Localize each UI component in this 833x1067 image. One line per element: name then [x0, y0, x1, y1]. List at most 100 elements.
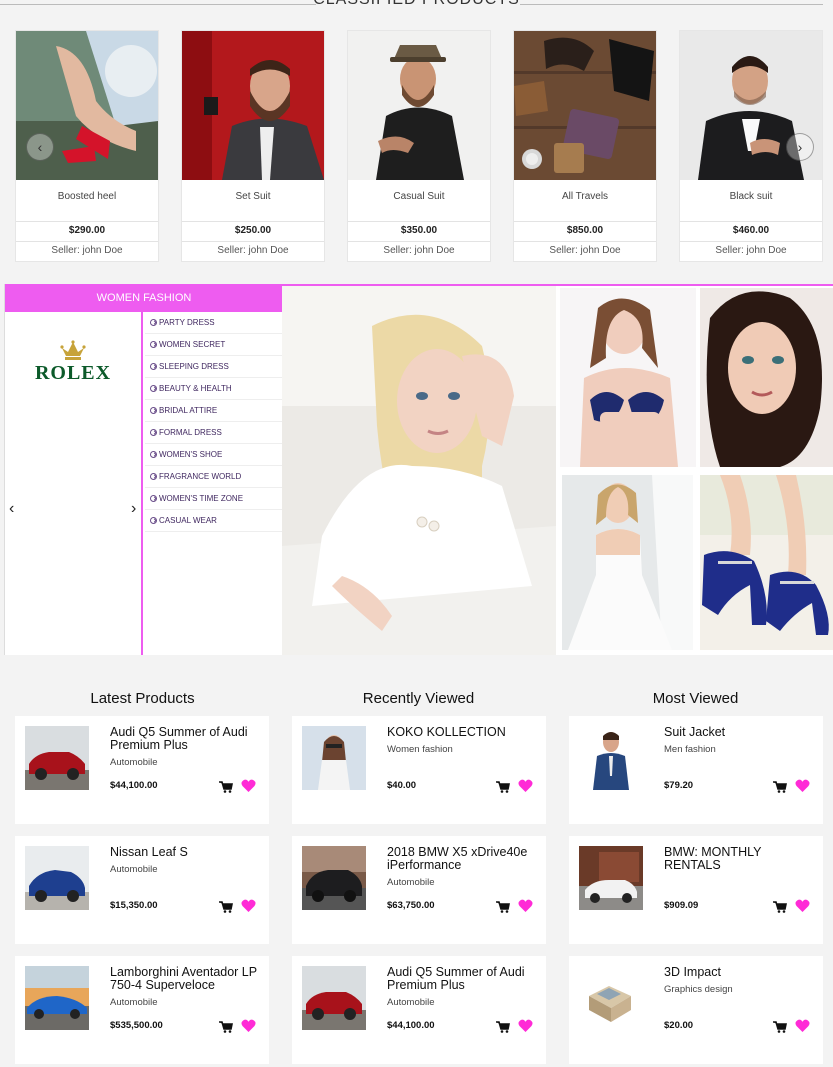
category-title[interactable]: WOMEN FASHION — [5, 284, 283, 312]
brand-next-icon[interactable]: › — [131, 500, 136, 518]
list-item[interactable]: Audi Q5 Summer of Audi Premium Plus Auto… — [292, 956, 546, 1064]
product-image[interactable] — [182, 31, 324, 180]
banner-image-beauty[interactable] — [700, 288, 833, 467]
carousel-next-button[interactable]: › — [786, 133, 814, 161]
product-title[interactable]: Lamborghini Aventador LP 750-4 Supervelo… — [110, 966, 260, 992]
cart-icon[interactable] — [773, 781, 787, 793]
menu-item-casual-wear[interactable]: CASUAL WEAR — [145, 510, 283, 532]
product-card[interactable]: ‹ Boosted heel $290.00 Seller: john Doe — [15, 30, 159, 262]
product-title[interactable]: Suit Jacket — [664, 726, 814, 739]
product-title[interactable]: BMW: MONTHLY RENTALS — [664, 846, 814, 872]
product-price: $44,100.00 — [387, 1020, 435, 1031]
cart-icon[interactable] — [773, 901, 787, 913]
divider — [182, 221, 324, 222]
list-item[interactable]: Suit Jacket Men fashion $79.20 — [569, 716, 823, 824]
cart-icon[interactable] — [219, 901, 233, 913]
list-item[interactable]: KOKO KOLLECTION Women fashion $40.00 — [292, 716, 546, 824]
product-price: $290.00 — [68, 225, 106, 236]
product-thumbnail[interactable] — [579, 966, 643, 1030]
divider — [16, 221, 158, 222]
heart-icon[interactable] — [518, 779, 533, 793]
product-thumbnail[interactable] — [302, 846, 366, 910]
banner-image-bridal[interactable] — [562, 475, 693, 650]
category-menu: PARTY DRESS WOMEN SECRET SLEEPING DRESS … — [145, 312, 283, 532]
brand-logo[interactable]: ROLEX — [23, 340, 123, 400]
divider — [348, 241, 490, 242]
product-name[interactable]: Black suit — [680, 191, 822, 202]
product-category: Graphics design — [664, 984, 733, 995]
menu-item-sleeping-dress[interactable]: SLEEPING DRESS — [145, 356, 283, 378]
heart-icon[interactable] — [518, 1019, 533, 1033]
product-card[interactable]: Set Suit $250.00 Seller: john Doe — [181, 30, 325, 262]
list-item[interactable]: 2018 BMW X5 xDrive40e iPerformance Autom… — [292, 836, 546, 944]
banner-image-shoes[interactable] — [700, 475, 833, 650]
product-card[interactable]: › Black suit $460.00 Seller: john Doe — [679, 30, 823, 262]
divider — [514, 221, 656, 222]
circle-chevron-icon — [150, 341, 157, 348]
list-item[interactable]: Audi Q5 Summer of Audi Premium Plus Auto… — [15, 716, 269, 824]
menu-item-womens-shoe[interactable]: WOMEN'S SHOE — [145, 444, 283, 466]
heart-icon[interactable] — [241, 899, 256, 913]
product-price: $15,350.00 — [110, 900, 158, 911]
circle-chevron-icon — [150, 407, 157, 414]
product-price: $909.09 — [664, 900, 699, 911]
cart-icon[interactable] — [496, 781, 510, 793]
menu-item-formal-dress[interactable]: FORMAL DRESS — [145, 422, 283, 444]
product-price: $63,750.00 — [387, 900, 435, 911]
list-item[interactable]: Lamborghini Aventador LP 750-4 Supervelo… — [15, 956, 269, 1064]
product-name[interactable]: Boosted heel — [16, 191, 158, 202]
product-title[interactable]: KOKO KOLLECTION — [387, 726, 537, 739]
menu-item-fragrance-world[interactable]: FRAGRANCE WORLD — [145, 466, 283, 488]
product-thumbnail[interactable] — [579, 846, 643, 910]
brand-slider: ROLEX ‹ › — [5, 312, 143, 655]
menu-item-women-secret[interactable]: WOMEN SECRET — [145, 334, 283, 356]
product-card[interactable]: All Travels $850.00 Seller: john Doe — [513, 30, 657, 262]
heart-icon[interactable] — [241, 1019, 256, 1033]
product-title[interactable]: Nissan Leaf S — [110, 846, 260, 859]
product-price: $250.00 — [234, 225, 272, 236]
menu-item-party-dress[interactable]: PARTY DRESS — [145, 312, 283, 334]
cart-icon[interactable] — [773, 1021, 787, 1033]
product-category: Men fashion — [664, 744, 716, 755]
product-image[interactable] — [514, 31, 656, 180]
cart-icon[interactable] — [219, 1021, 233, 1033]
product-thumbnail[interactable] — [579, 726, 643, 790]
product-title[interactable]: Audi Q5 Summer of Audi Premium Plus — [110, 726, 260, 752]
list-item[interactable]: Nissan Leaf S Automobile $15,350.00 — [15, 836, 269, 944]
product-thumbnail[interactable] — [25, 846, 89, 910]
product-card[interactable]: Casual Suit $350.00 Seller: john Doe — [347, 30, 491, 262]
product-thumbnail[interactable] — [302, 726, 366, 790]
heart-icon[interactable] — [795, 779, 810, 793]
heart-icon[interactable] — [241, 779, 256, 793]
heart-icon[interactable] — [795, 1019, 810, 1033]
product-name[interactable]: All Travels — [514, 191, 656, 202]
product-thumbnail[interactable] — [302, 966, 366, 1030]
menu-item-womens-time-zone[interactable]: WOMEN'S TIME ZONE — [145, 488, 283, 510]
product-thumbnail[interactable] — [25, 966, 89, 1030]
list-item[interactable]: BMW: MONTHLY RENTALS $909.09 — [569, 836, 823, 944]
menu-item-bridal-attire[interactable]: BRIDAL ATTIRE — [145, 400, 283, 422]
menu-item-beauty-health[interactable]: BEAUTY & HEALTH — [145, 378, 283, 400]
classified-header: CLASSIFIED PRODUCTS — [0, 0, 833, 13]
cart-icon[interactable] — [496, 1021, 510, 1033]
divider — [348, 221, 490, 222]
brand-prev-icon[interactable]: ‹ — [9, 500, 14, 518]
carousel-prev-button[interactable]: ‹ — [26, 133, 54, 161]
product-image[interactable] — [348, 31, 490, 180]
product-seller: Seller: john Doe — [549, 245, 621, 256]
list-item[interactable]: 3D Impact Graphics design $20.00 — [569, 956, 823, 1064]
cart-icon[interactable] — [219, 781, 233, 793]
divider — [182, 241, 324, 242]
heart-icon[interactable] — [518, 899, 533, 913]
product-title[interactable]: 2018 BMW X5 xDrive40e iPerformance — [387, 846, 537, 872]
product-title[interactable]: Audi Q5 Summer of Audi Premium Plus — [387, 966, 537, 992]
heart-icon[interactable] — [795, 899, 810, 913]
product-name[interactable]: Casual Suit — [348, 191, 490, 202]
category-sidebar: WOMEN FASHION ROLEX ‹ › PARTY DRESS WOME… — [4, 284, 283, 655]
product-thumbnail[interactable] — [25, 726, 89, 790]
banner-image-lingerie[interactable] — [560, 288, 696, 467]
banner-main-image[interactable] — [282, 286, 556, 655]
product-title[interactable]: 3D Impact — [664, 966, 814, 979]
cart-icon[interactable] — [496, 901, 510, 913]
product-name[interactable]: Set Suit — [182, 191, 324, 202]
